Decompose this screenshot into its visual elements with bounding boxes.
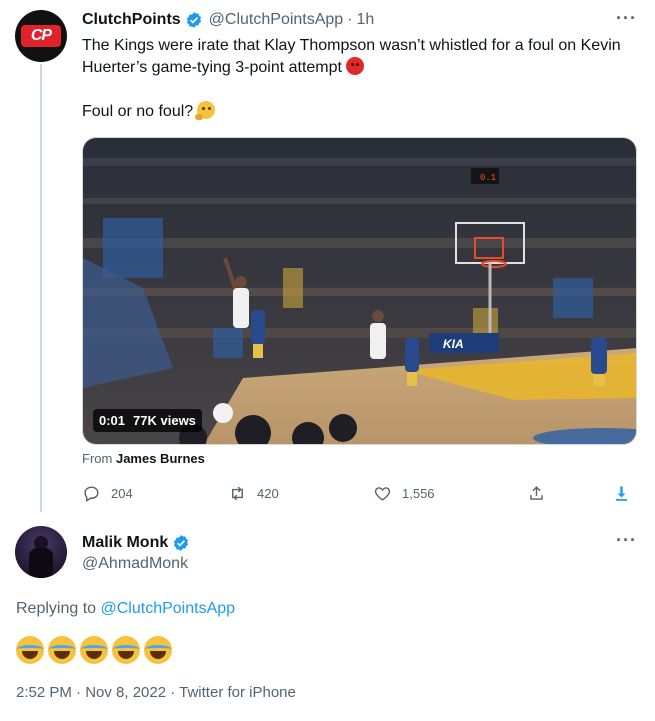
like-action[interactable]: 1,556 [373, 484, 435, 503]
tweet-text-line: Huerter’s game-tying 3-point attempt [82, 57, 642, 79]
shot-clock: 0.1 [480, 173, 496, 183]
download-button[interactable] [612, 484, 631, 503]
tears-of-joy-icon [80, 636, 108, 664]
from-source[interactable]: James Burnes [116, 451, 205, 466]
retweet-action[interactable]: 420 [228, 484, 279, 503]
reply-icon [84, 486, 99, 502]
share-button[interactable] [527, 484, 546, 503]
more-icon[interactable]: ··· [616, 8, 637, 29]
tweet-header: ClutchPoints @ClutchPointsApp · 1h [82, 10, 374, 30]
separator: · [347, 11, 353, 28]
video-views: 77K views [133, 413, 196, 428]
more-icon[interactable]: ··· [616, 530, 637, 551]
clutchpoints-logo: CP [21, 25, 61, 47]
reply-count: 204 [111, 486, 133, 501]
tears-of-joy-icon [112, 636, 140, 664]
video-frame: 0.1 KIA [83, 138, 636, 444]
from-label: From [82, 451, 113, 466]
tweet-text-segment: Huerter’s game-tying 3-point attempt [82, 59, 342, 76]
video-attribution: From James Burnes [82, 451, 205, 466]
avatar[interactable] [15, 526, 67, 578]
author-name[interactable]: Malik Monk [82, 533, 168, 553]
replying-to-link[interactable]: @ClutchPointsApp [101, 600, 236, 617]
thinking-face-icon [195, 101, 216, 120]
tweet-text-segment: Foul or no foul? [82, 103, 194, 120]
video-stats: 0:01 77K views [93, 409, 202, 432]
verified-badge-icon [186, 12, 201, 28]
tears-of-joy-icon [48, 636, 76, 664]
tweet-text: The Kings were irate that Klay Thompson … [82, 35, 642, 123]
verified-badge-icon [174, 535, 189, 551]
thread-connector [40, 64, 42, 512]
download-icon [615, 486, 628, 501]
retweet-count: 420 [257, 486, 279, 501]
replying-to: Replying to @ClutchPointsApp [16, 600, 235, 618]
reply-timestamp[interactable]: 2:52 PM · Nov 8, 2022 · Twitter for iPho… [16, 684, 296, 701]
tears-of-joy-icon [16, 636, 44, 664]
share-icon [530, 486, 543, 500]
tears-of-joy-icon [144, 636, 172, 664]
author-handle[interactable]: @AhmadMonk [82, 555, 188, 573]
author-handle[interactable]: @ClutchPointsApp [209, 10, 344, 30]
like-icon [374, 487, 391, 501]
video-player[interactable]: 0.1 KIA 0:01 77K views [82, 137, 637, 445]
tweet-time[interactable]: 1h [357, 10, 375, 30]
reply-header: Malik Monk [82, 533, 190, 553]
tweet-text-line: Foul or no foul? [82, 101, 642, 123]
retweet-icon [232, 486, 243, 501]
avatar[interactable]: CP [15, 10, 67, 62]
angry-face-icon [345, 57, 364, 75]
court-sign: KIA [443, 337, 464, 351]
reply-action[interactable]: 204 [82, 484, 133, 503]
avatar-body [29, 548, 53, 578]
reply-text [16, 636, 176, 664]
author-name[interactable]: ClutchPoints [82, 10, 181, 30]
tweet-text-line: The Kings were irate that Klay Thompson … [82, 37, 621, 54]
video-time: 0:01 [99, 413, 126, 428]
replying-label: Replying to [16, 600, 97, 617]
like-count: 1,556 [402, 486, 435, 501]
